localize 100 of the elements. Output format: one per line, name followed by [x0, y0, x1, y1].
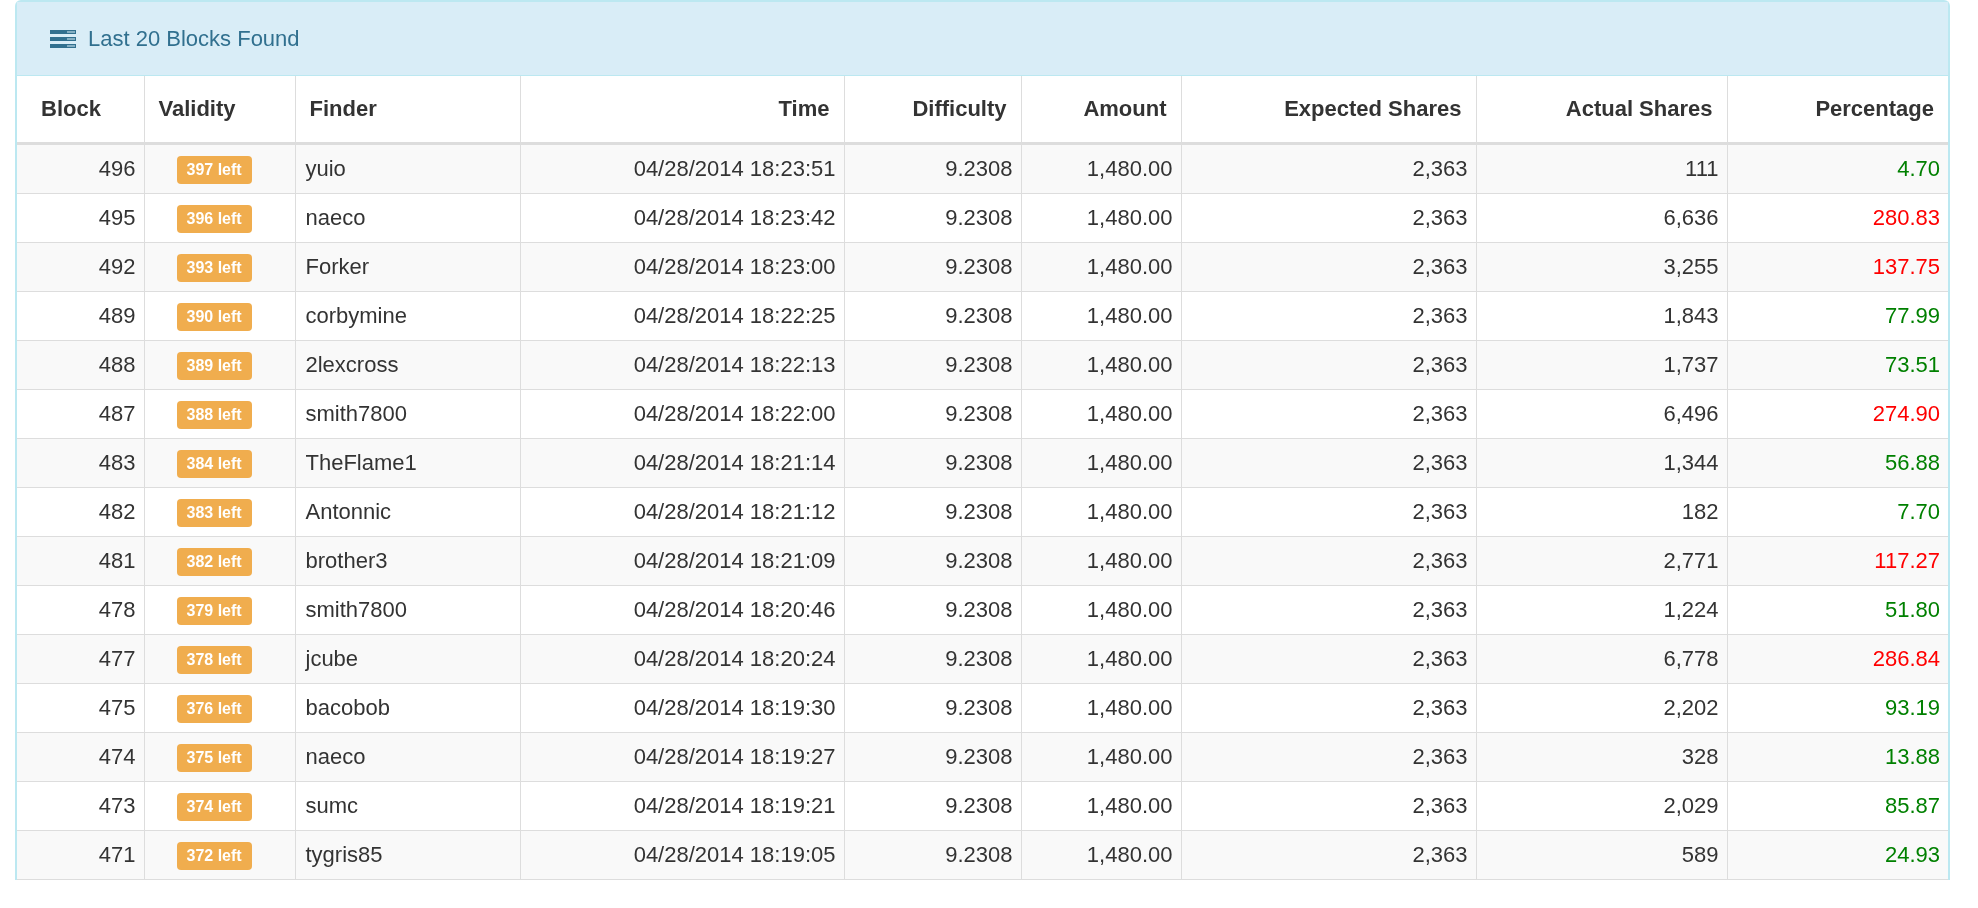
table-cell: 13.88: [1727, 732, 1948, 782]
table-cell: 475: [17, 683, 144, 733]
table-cell: 9.2308: [844, 487, 1021, 537]
table-cell: 492: [17, 242, 144, 292]
table-cell: 471: [17, 830, 144, 880]
table-cell: yuio: [295, 143, 520, 194]
validity-badge: 393 left: [176, 253, 252, 282]
table-cell: bacobob: [295, 683, 520, 733]
table-cell: 04/28/2014 18:22:13: [520, 340, 844, 390]
table-cell: 1,344: [1476, 438, 1727, 488]
table-cell: 9.2308: [844, 732, 1021, 782]
table-cell: 1,480.00: [1021, 193, 1181, 243]
table-cell: 04/28/2014 18:19:21: [520, 781, 844, 831]
table-cell: 04/28/2014 18:19:05: [520, 830, 844, 880]
table-cell: 04/28/2014 18:23:42: [520, 193, 844, 243]
table-cell: 24.93: [1727, 830, 1948, 880]
validity-badge: 376 left: [176, 694, 252, 723]
table-cell: 2,363: [1181, 340, 1476, 390]
validity-badge: 374 left: [176, 792, 252, 821]
table-cell: naeco: [295, 193, 520, 243]
table-cell: 04/28/2014 18:20:46: [520, 585, 844, 635]
table-cell: TheFlame1: [295, 438, 520, 488]
validity-badge: 390 left: [176, 302, 252, 331]
table-cell: 489: [17, 291, 144, 341]
table-cell: 04/28/2014 18:19:30: [520, 683, 844, 733]
table-cell: 117.27: [1727, 536, 1948, 586]
table-cell: 9.2308: [844, 340, 1021, 390]
table-cell: Forker: [295, 242, 520, 292]
table-cell: 2,363: [1181, 634, 1476, 684]
table-cell: 137.75: [1727, 242, 1948, 292]
table-cell: 1,480.00: [1021, 143, 1181, 194]
table-cell: 2,363: [1181, 732, 1476, 782]
table-cell: naeco: [295, 732, 520, 782]
validity-badge: 383 left: [176, 498, 252, 527]
table-cell: 1,843: [1476, 291, 1727, 341]
table-cell: 9.2308: [844, 389, 1021, 439]
table-cell: 1,480.00: [1021, 340, 1181, 390]
table-cell: 1,480.00: [1021, 389, 1181, 439]
table-cell: 495: [17, 193, 144, 243]
table-cell: 1,480.00: [1021, 781, 1181, 831]
table-cell: 1,480.00: [1021, 438, 1181, 488]
table-cell: 1,480.00: [1021, 242, 1181, 292]
table-cell: 04/28/2014 18:19:27: [520, 732, 844, 782]
table-cell: 1,224: [1476, 585, 1727, 635]
table-cell: 9.2308: [844, 781, 1021, 831]
table-cell: 2,363: [1181, 193, 1476, 243]
validity-badge: 384 left: [176, 449, 252, 478]
table-cell: 487: [17, 389, 144, 439]
validity-badge: 397 left: [176, 155, 252, 184]
validity-badge: 378 left: [176, 645, 252, 674]
table-cell: 481: [17, 536, 144, 586]
table-cell: 473: [17, 781, 144, 831]
table-cell: 1,480.00: [1021, 536, 1181, 586]
table-cell: 1,737: [1476, 340, 1727, 390]
table-list-icon: [50, 29, 76, 48]
table-cell: smith7800: [295, 389, 520, 439]
table-cell: 474: [17, 732, 144, 782]
table-cell: 04/28/2014 18:21:09: [520, 536, 844, 586]
table-cell: 2lexcross: [295, 340, 520, 390]
table-cell: 2,202: [1476, 683, 1727, 733]
table-cell: 111: [1476, 143, 1727, 194]
table-cell: 488: [17, 340, 144, 390]
table-cell: 9.2308: [844, 585, 1021, 635]
table-cell: 4.70: [1727, 143, 1948, 194]
table-cell: 04/28/2014 18:23:00: [520, 242, 844, 292]
table-cell: 1,480.00: [1021, 487, 1181, 537]
validity-badge: 382 left: [176, 547, 252, 576]
table-cell: 04/28/2014 18:20:24: [520, 634, 844, 684]
table-cell: 2,029: [1476, 781, 1727, 831]
table-cell: 9.2308: [844, 242, 1021, 292]
table-cell: 2,363: [1181, 438, 1476, 488]
table-cell: sumc: [295, 781, 520, 831]
table-cell: 1,480.00: [1021, 291, 1181, 341]
table-cell: 1,480.00: [1021, 830, 1181, 880]
validity-badge: 375 left: [176, 743, 252, 772]
table-cell: brother3: [295, 536, 520, 586]
table-cell: 56.88: [1727, 438, 1948, 488]
table-cell: 477: [17, 634, 144, 684]
table-cell: 73.51: [1727, 340, 1948, 390]
table-cell: 9.2308: [844, 683, 1021, 733]
table-cell: 04/28/2014 18:22:25: [520, 291, 844, 341]
table-cell: 2,363: [1181, 291, 1476, 341]
table-cell: 182: [1476, 487, 1727, 537]
table-cell: jcube: [295, 634, 520, 684]
table-cell: 9.2308: [844, 830, 1021, 880]
table-cell: 2,363: [1181, 242, 1476, 292]
table-cell: 9.2308: [844, 536, 1021, 586]
table-cell: 6,778: [1476, 634, 1727, 684]
table-cell: Antonnic: [295, 487, 520, 537]
table-cell: 286.84: [1727, 634, 1948, 684]
table-cell: 589: [1476, 830, 1727, 880]
validity-badge: 372 left: [176, 841, 252, 870]
table-cell: 2,363: [1181, 830, 1476, 880]
table-cell: 478: [17, 585, 144, 635]
table-cell: 3,255: [1476, 242, 1727, 292]
table-cell: tygris85: [295, 830, 520, 880]
table-cell: 328: [1476, 732, 1727, 782]
table-cell: 483: [17, 438, 144, 488]
table-cell: 2,363: [1181, 781, 1476, 831]
panel-title: Last 20 Blocks Found: [88, 25, 300, 52]
